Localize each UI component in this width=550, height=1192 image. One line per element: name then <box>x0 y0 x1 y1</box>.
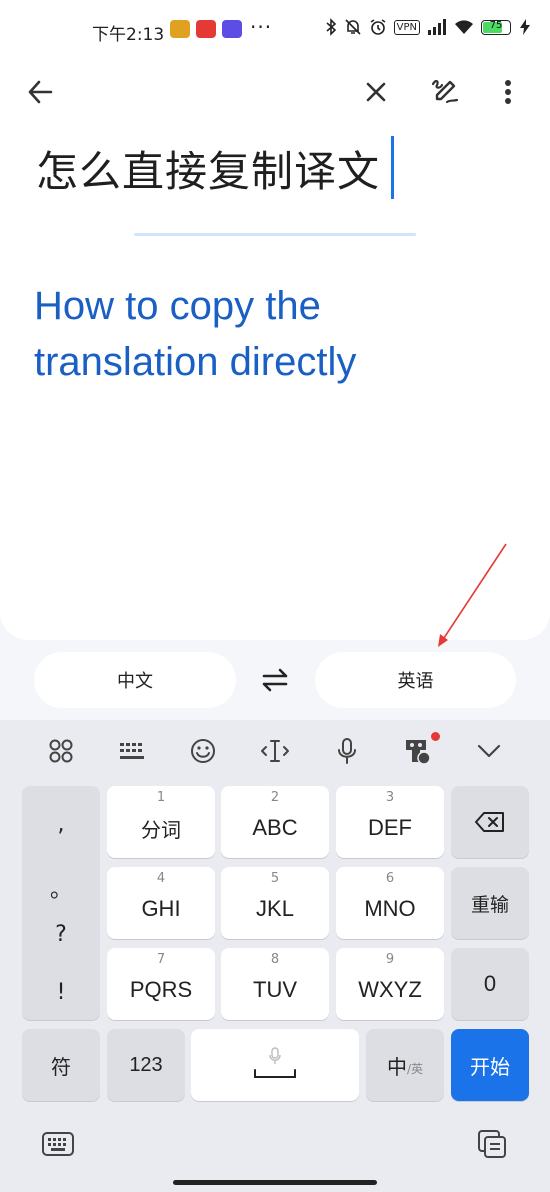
status-bar: 下午2:13 ··· VPN 75 <box>0 0 550 58</box>
key-label: TUV <box>253 977 297 1002</box>
target-language-button[interactable]: 英语 <box>315 652 516 708</box>
key-number: 7 <box>156 952 166 967</box>
annotation-arrow <box>438 543 507 647</box>
punct-key-comma[interactable]: , <box>22 812 100 837</box>
key-label: GHI <box>141 896 181 921</box>
zero-key[interactable]: 0 <box>451 948 529 1020</box>
swap-arrows-icon <box>262 668 288 692</box>
more-notifications: ··· <box>250 15 273 39</box>
notification-dot <box>431 732 440 741</box>
key-number: 3 <box>385 790 395 805</box>
app-notification-icon <box>222 20 242 38</box>
key-number: 5 <box>270 871 280 886</box>
key-label: JKL <box>256 896 294 921</box>
text-cursor-icon <box>261 740 289 762</box>
clipboard-button[interactable] <box>472 1124 512 1164</box>
status-icons: VPN 75 <box>325 18 532 36</box>
status-time: 下午2:13 <box>92 25 165 45</box>
numbers-key[interactable]: 123 <box>107 1029 185 1101</box>
emoji-icon <box>191 739 215 763</box>
key-label: 分词 <box>141 817 181 842</box>
key-label: ABC <box>252 815 298 840</box>
close-icon <box>366 82 386 102</box>
key-number: 2 <box>270 790 280 805</box>
apps-grid-icon <box>49 739 73 763</box>
space-bar-icon <box>254 1069 296 1078</box>
keyboard-layout-icon <box>120 743 144 759</box>
t9-key-2[interactable]: 2 ABC <box>221 786 329 858</box>
divider <box>134 233 416 236</box>
microphone-icon <box>338 738 356 764</box>
t9-key-5[interactable]: 5 JKL <box>221 867 329 939</box>
keyboard-layout-button[interactable] <box>115 734 149 768</box>
bluetooth-icon <box>326 18 336 36</box>
back-button[interactable] <box>20 72 60 112</box>
emoji-button[interactable] <box>186 734 220 768</box>
clear-button[interactable] <box>356 72 396 112</box>
handwrite-button[interactable] <box>424 70 466 112</box>
punct-key-question[interactable]: ? <box>22 922 100 947</box>
more-vert-icon <box>505 80 511 104</box>
t9-key-1[interactable]: 1 分词 <box>107 786 215 858</box>
arrow-left-icon <box>28 80 53 104</box>
t9-key-9[interactable]: 9 WXYZ <box>336 948 444 1020</box>
apps-grid-button[interactable] <box>44 734 78 768</box>
more-menu-button[interactable] <box>492 72 524 112</box>
source-text-input[interactable]: 怎么直接复制译文 <box>36 138 380 199</box>
wifi-icon <box>455 20 473 34</box>
collapse-keyboard-button[interactable] <box>472 734 506 768</box>
app-notification-icon <box>170 20 190 38</box>
translation-output[interactable]: How to copy the translation directly <box>34 278 454 390</box>
t9-key-7[interactable]: 7 PQRS <box>107 948 215 1020</box>
source-language-button[interactable]: 中文 <box>34 652 236 708</box>
microphone-icon <box>269 1047 281 1064</box>
bell-off-icon <box>345 19 361 35</box>
pen-squiggle-icon <box>431 79 459 104</box>
home-indicator[interactable] <box>173 1180 377 1185</box>
punct-key-exclaim[interactable]: ! <box>22 980 100 1005</box>
t9-key-6[interactable]: 6 MNO <box>336 867 444 939</box>
key-label: PQRS <box>129 977 193 1002</box>
language-toggle-key[interactable]: 中 /英 <box>366 1029 444 1101</box>
lang-main-label: 中 <box>386 1054 407 1079</box>
t9-key-8[interactable]: 8 TUV <box>221 948 329 1020</box>
alarm-icon <box>370 19 386 35</box>
voice-input-button[interactable] <box>330 734 364 768</box>
key-number: 1 <box>156 790 166 805</box>
punctuation-key-column: , 。 ? ! <box>22 786 100 1020</box>
app-notification-icon <box>196 20 216 38</box>
cursor-move-button[interactable] <box>258 734 292 768</box>
key-label: MNO <box>364 896 416 921</box>
battery-level: 75 <box>489 19 503 31</box>
symbols-key[interactable]: 符 <box>22 1029 100 1101</box>
keyboard-icon <box>42 1132 74 1156</box>
vpn-badge: VPN <box>393 19 420 35</box>
charging-icon <box>520 19 530 35</box>
battery-icon: 75 <box>481 19 511 35</box>
switch-keyboard-button[interactable] <box>38 1126 78 1162</box>
key-number: 8 <box>270 952 280 967</box>
assistant-button[interactable] <box>401 732 440 768</box>
backspace-key[interactable] <box>451 786 529 858</box>
start-key[interactable]: 开始 <box>451 1029 529 1101</box>
chevron-down-icon <box>477 744 501 758</box>
key-number: 9 <box>385 952 395 967</box>
t9-key-3[interactable]: 3 DEF <box>336 786 444 858</box>
key-label: WXYZ <box>358 977 422 1002</box>
assistant-icon <box>406 740 431 765</box>
lang-sub-label: /英 <box>406 1061 424 1076</box>
text-cursor <box>391 136 394 199</box>
signal-icon <box>428 19 446 35</box>
swap-languages-button[interactable] <box>255 662 295 698</box>
key-number: 6 <box>385 871 395 886</box>
space-key[interactable] <box>191 1029 359 1101</box>
backspace-icon <box>475 812 504 832</box>
key-label: DEF <box>368 815 412 840</box>
clipboard-icon <box>478 1130 506 1158</box>
reinput-key[interactable]: 重输 <box>451 867 529 939</box>
t9-key-4[interactable]: 4 GHI <box>107 867 215 939</box>
key-number: 4 <box>156 871 166 886</box>
punct-key-period[interactable]: 。 <box>22 872 100 904</box>
